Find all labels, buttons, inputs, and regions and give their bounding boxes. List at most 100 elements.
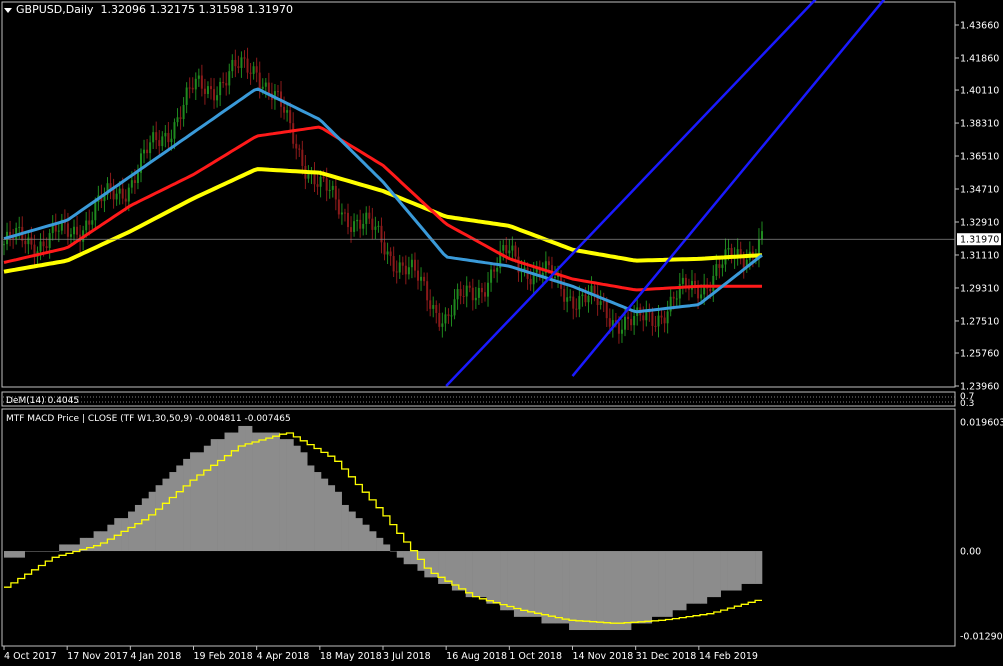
candle-body xyxy=(210,86,213,90)
candle-body xyxy=(319,176,322,187)
candle-body xyxy=(124,198,127,202)
macd-bar xyxy=(141,498,150,552)
candle-body xyxy=(602,301,605,303)
date-tick-label: 17 Nov 2017 xyxy=(67,651,128,662)
macd-bar xyxy=(665,551,673,617)
macd-bar xyxy=(300,452,308,552)
macd-bar xyxy=(748,551,756,584)
macd-histogram xyxy=(4,425,763,631)
candle-body xyxy=(721,264,724,268)
price-tick-label: 1.27510 xyxy=(960,316,999,327)
candle-body xyxy=(295,143,298,149)
macd-bar xyxy=(465,551,473,598)
macd-bar xyxy=(355,518,363,552)
candle-body xyxy=(627,316,630,320)
macd-bar xyxy=(265,432,274,552)
candle-body xyxy=(362,223,365,229)
candle-body xyxy=(231,59,234,72)
candle-body xyxy=(316,184,319,187)
candle-body xyxy=(325,178,328,191)
candle-body xyxy=(146,149,149,154)
collapse-triangle-icon[interactable] xyxy=(4,7,12,13)
candle-body xyxy=(487,282,490,297)
ma-blue-line xyxy=(3,87,763,314)
macd-bar xyxy=(148,491,156,552)
candle-body xyxy=(587,295,590,303)
ma-red-line xyxy=(3,125,762,292)
macd-bar xyxy=(4,551,12,558)
macd-bar xyxy=(128,511,136,552)
candle-body xyxy=(505,245,508,254)
macd-bar xyxy=(541,551,549,624)
candle-body xyxy=(456,289,459,300)
candle-body xyxy=(575,308,578,310)
candle-body xyxy=(118,188,121,194)
candle-body xyxy=(514,245,517,257)
price-tick-label: 1.29310 xyxy=(960,283,999,294)
macd-bar xyxy=(631,551,639,624)
candle-body xyxy=(155,132,158,141)
candle-body xyxy=(42,241,45,247)
macd-bar xyxy=(562,551,570,624)
macd-bar xyxy=(327,485,336,552)
candle-body xyxy=(76,226,79,235)
moving-averages xyxy=(3,87,763,314)
candle-body xyxy=(289,110,292,124)
candle-body xyxy=(258,72,261,89)
macd-bar xyxy=(479,551,487,598)
macd-bar xyxy=(403,551,411,565)
candle-body xyxy=(584,294,587,303)
candle-body xyxy=(234,59,237,67)
price-axis: 1.43660 1.41860 1.40110 1.38310 1.36510 1.347… xyxy=(955,21,999,393)
candle-body xyxy=(136,172,139,184)
ohlc-values: 1.32096 1.32175 1.31598 1.31970 xyxy=(100,3,293,16)
candle-body xyxy=(252,66,255,74)
candle-body xyxy=(170,138,173,143)
macd-label: MTF MACD Price | CLOSE (TF W1,30,50,9) -… xyxy=(6,414,291,424)
candle-body xyxy=(343,212,346,214)
candle-body xyxy=(197,75,200,79)
candle-body xyxy=(225,83,228,86)
candle-body xyxy=(444,314,447,324)
candle-body xyxy=(709,288,712,292)
macd-bar xyxy=(203,445,212,552)
candle-body xyxy=(608,318,611,327)
macd-bar xyxy=(38,551,46,552)
macd-bar xyxy=(320,478,329,552)
candle-body xyxy=(617,322,620,334)
date-tick-label: 1 Oct 2018 xyxy=(509,651,562,662)
macd-bar xyxy=(527,551,535,617)
candle-body xyxy=(149,142,152,154)
candle-body xyxy=(24,240,27,245)
candle-body xyxy=(246,58,249,73)
candle-body xyxy=(371,218,374,230)
macd-bar xyxy=(45,551,53,552)
candle-body xyxy=(465,285,468,297)
candle-body xyxy=(401,262,404,266)
candle-body xyxy=(441,323,444,327)
macd-bar xyxy=(252,432,260,552)
date-tick-label: 19 Feb 2018 xyxy=(194,651,253,662)
demarker-axis-bottom: 0.3 xyxy=(960,399,974,409)
candle-body xyxy=(605,301,608,319)
date-tick-label: 14 Nov 2018 xyxy=(573,651,634,662)
candle-body xyxy=(630,319,633,326)
macd-bar xyxy=(637,551,646,624)
macd-bar xyxy=(348,511,356,552)
candle-body xyxy=(57,230,60,232)
candle-body xyxy=(471,287,474,301)
candle-body xyxy=(121,188,124,199)
current-price-label: 1.31970 xyxy=(960,235,999,246)
candle-body xyxy=(249,72,252,74)
macd-bar xyxy=(176,465,184,552)
macd-bar xyxy=(93,531,101,552)
channel-line-upper xyxy=(445,0,817,387)
macd-bar xyxy=(224,432,232,552)
candle-body xyxy=(426,281,429,301)
macd-bar xyxy=(699,551,708,604)
price-tick-label: 1.40110 xyxy=(960,86,999,97)
macd-bar xyxy=(507,551,515,611)
candle-body xyxy=(572,296,575,309)
macd-bar xyxy=(155,485,163,552)
macd-bar xyxy=(286,439,294,552)
